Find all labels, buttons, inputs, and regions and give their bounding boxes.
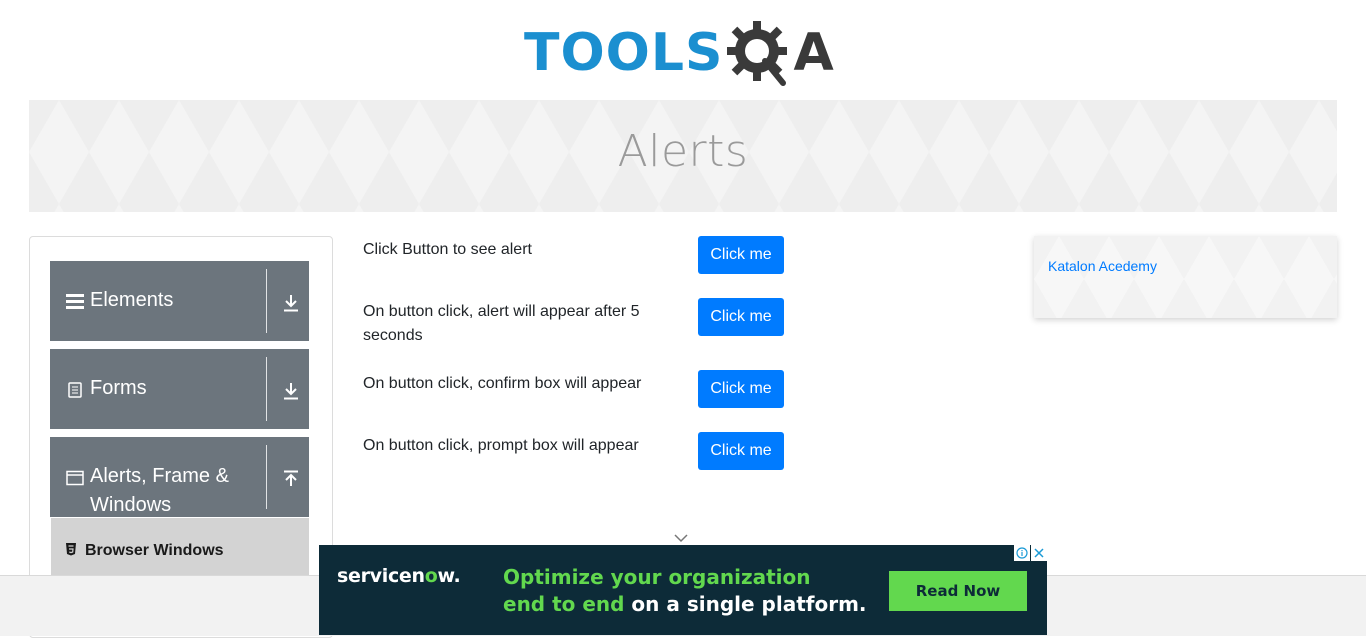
hamburger-icon: [66, 292, 84, 310]
sidebar-group-label-line1: Alerts, Frame &: [90, 465, 229, 487]
close-icon[interactable]: [1031, 545, 1047, 561]
sidebar-group-label-line2: Windows: [90, 494, 172, 516]
prompt-button[interactable]: Click me: [698, 432, 784, 470]
ad-brand-part: servicen: [337, 565, 425, 587]
prompt-row-text: On button click, prompt box will appear: [363, 437, 639, 454]
sidebar-group-label: Alerts, Frame & Windows: [90, 462, 260, 520]
read-now-button[interactable]: Read Now: [889, 571, 1027, 611]
info-icon[interactable]: [1014, 545, 1030, 561]
document-icon: [66, 381, 84, 399]
page-title: Alerts: [617, 126, 749, 177]
timer-alert-row-text: On button click, alert will appear after…: [363, 303, 640, 344]
ad-headline-rest: on a single platform.: [624, 592, 867, 616]
page-banner: Alerts: [29, 100, 1337, 212]
sidebar-item-browser-windows[interactable]: Browser Windows: [51, 518, 309, 578]
ad-brand-part: w.: [437, 565, 461, 587]
divider: [266, 445, 267, 509]
download-arrow-icon[interactable]: [276, 288, 306, 318]
ad-headline-line1: Optimize your organization: [503, 565, 811, 589]
divider: [266, 269, 267, 333]
ad-headline-highlight: end to end: [503, 592, 625, 616]
sidebar-group-alerts-frame-windows[interactable]: Alerts, Frame & Windows: [50, 437, 309, 517]
sidebar-group-forms[interactable]: Forms: [50, 349, 309, 429]
sidebar-group-elements[interactable]: Elements: [50, 261, 309, 341]
side-ad-card: Katalon Acedemy: [1034, 236, 1337, 318]
ad-brand-o: o: [424, 565, 438, 587]
confirm-row-text: On button click, confirm box will appear: [363, 375, 642, 392]
alert-row-text: Click Button to see alert: [363, 241, 532, 258]
timer-alert-button[interactable]: Click me: [698, 298, 784, 336]
download-arrow-icon[interactable]: [276, 376, 306, 406]
html5-icon: [65, 542, 77, 561]
confirm-button[interactable]: Click me: [698, 370, 784, 408]
sidebar-group-label: Forms: [90, 377, 147, 399]
gear-magnifier-icon: [727, 21, 788, 86]
window-icon: [66, 469, 84, 487]
logo-text-a: A: [793, 23, 834, 83]
upload-arrow-icon[interactable]: [276, 464, 306, 494]
divider: [266, 357, 267, 421]
alert-button[interactable]: Click me: [698, 236, 784, 274]
sidebar-group-label: Elements: [90, 289, 174, 311]
logo-text-tools: TOOLS: [524, 23, 724, 83]
ad-banner[interactable]: servicenow. Optimize your organization e…: [319, 545, 1047, 635]
servicenow-logo: servicenow.: [337, 565, 461, 587]
katalon-academy-link[interactable]: Katalon Acedemy: [1048, 258, 1157, 274]
toolsqa-logo[interactable]: TOOLS A: [524, 14, 848, 92]
ad-headline-line2: end to end on a single platform.: [503, 592, 867, 616]
sidebar-item-label: Browser Windows: [85, 542, 224, 559]
